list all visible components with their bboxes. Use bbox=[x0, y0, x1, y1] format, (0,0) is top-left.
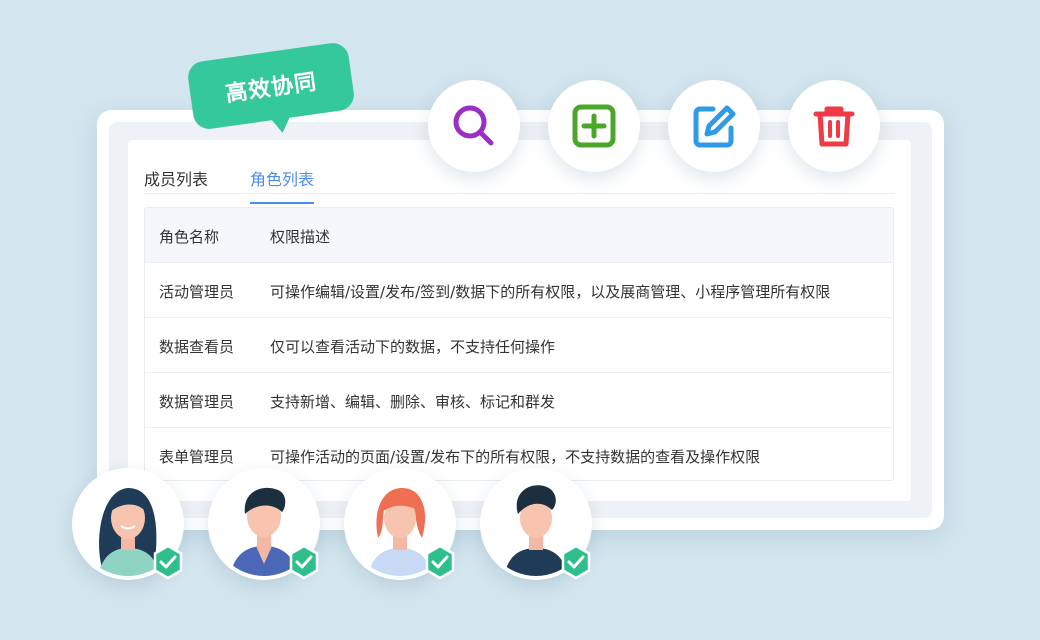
verified-check-icon bbox=[153, 544, 183, 580]
header-role-name: 角色名称 bbox=[159, 228, 220, 246]
table-header-row: 角色名称 权限描述 bbox=[145, 208, 893, 263]
role-management-card: 成员列表 角色列表 角色名称 权限描述 活动管理员 可操作编辑/设置/发布/签到… bbox=[97, 110, 944, 530]
permission-desc-cell: 可操作编辑/设置/发布/签到/数据下的所有权限，以及展商管理、小程序管理所有权限 bbox=[270, 283, 831, 301]
edit-icon bbox=[693, 105, 736, 148]
trash-icon bbox=[813, 106, 855, 147]
verified-check-icon bbox=[561, 544, 591, 580]
permission-desc-cell: 仅可以查看活动下的数据，不支持任何操作 bbox=[270, 338, 556, 356]
permission-desc-cell: 可操作活动的页面/设置/发布下的所有权限，不支持数据的查看及操作权限 bbox=[270, 448, 761, 466]
permission-desc-cell: 支持新增、编辑、删除、审核、标记和群发 bbox=[270, 393, 556, 411]
header-permission-desc: 权限描述 bbox=[270, 228, 331, 246]
verified-check-icon bbox=[289, 544, 319, 580]
avatar-member-1 bbox=[72, 468, 184, 580]
avatar-member-3 bbox=[344, 468, 456, 580]
edit-button[interactable] bbox=[668, 80, 760, 172]
table-row[interactable]: 数据查看员 仅可以查看活动下的数据，不支持任何操作 bbox=[145, 318, 893, 373]
verified-check-icon bbox=[425, 544, 455, 580]
tab-bar: 成员列表 角色列表 bbox=[144, 140, 894, 204]
avatar-member-4 bbox=[480, 468, 592, 580]
tab-member-list[interactable]: 成员列表 bbox=[144, 166, 208, 202]
table-row[interactable]: 活动管理员 可操作编辑/设置/发布/签到/数据下的所有权限，以及展商管理、小程序… bbox=[145, 263, 893, 318]
role-name-cell: 数据管理员 bbox=[159, 393, 235, 411]
role-table: 角色名称 权限描述 活动管理员 可操作编辑/设置/发布/签到/数据下的所有权限，… bbox=[144, 207, 894, 481]
card-frame: 成员列表 角色列表 角色名称 权限描述 活动管理员 可操作编辑/设置/发布/签到… bbox=[109, 122, 932, 518]
add-button[interactable] bbox=[548, 80, 640, 172]
role-name-cell: 活动管理员 bbox=[159, 283, 235, 301]
table-row[interactable]: 数据管理员 支持新增、编辑、删除、审核、标记和群发 bbox=[145, 373, 893, 428]
search-icon bbox=[453, 105, 494, 146]
tab-role-list[interactable]: 角色列表 bbox=[250, 166, 315, 204]
bubble-tail bbox=[265, 109, 297, 135]
content-panel: 成员列表 角色列表 角色名称 权限描述 活动管理员 可操作编辑/设置/发布/签到… bbox=[128, 140, 911, 501]
search-button[interactable] bbox=[428, 80, 520, 172]
role-name-cell: 数据查看员 bbox=[159, 338, 235, 356]
plus-square-icon bbox=[572, 104, 616, 148]
avatar-member-2 bbox=[208, 468, 320, 580]
delete-button[interactable] bbox=[788, 80, 880, 172]
role-name-cell: 表单管理员 bbox=[159, 448, 235, 466]
